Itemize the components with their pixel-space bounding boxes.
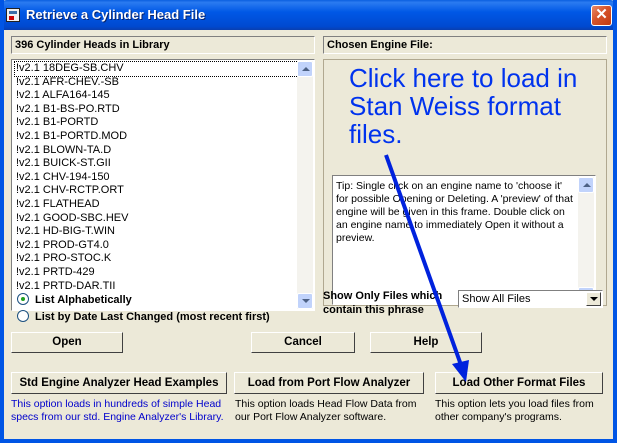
list-item[interactable]: !v2.1 GOOD-SBC.HEV xyxy=(15,212,298,226)
port-flow-description: This option loads Head Flow Data from ou… xyxy=(235,398,417,423)
list-item[interactable]: !v2.1 AFR-CHEV.-SB xyxy=(15,76,298,90)
list-item[interactable]: !v2.1 PRO-STOC.K xyxy=(15,252,298,266)
chevron-down-icon[interactable] xyxy=(586,292,601,306)
std-examples-description: This option loads in hundreds of simple … xyxy=(11,398,224,423)
list-item[interactable]: !v2.1 PRTD-DAR.TII xyxy=(15,280,298,294)
annotation-callout: Click here to load in Stan Weiss format … xyxy=(349,63,578,149)
filter-value: Show All Files xyxy=(462,293,531,305)
list-item[interactable]: !v2.1 18DEG-SB.CHV xyxy=(14,61,299,77)
list-item[interactable]: !v2.1 PRTD-429 xyxy=(15,266,298,280)
list-item[interactable]: !v2.1 HD-BIG-T.WIN xyxy=(15,225,298,239)
list-item[interactable]: !v2.1 CHV-194-150 xyxy=(15,171,298,185)
filter-label: Show Only Files which contain this phras… xyxy=(323,290,443,316)
sort-alpha-option[interactable]: List Alphabetically xyxy=(17,293,132,306)
tip-scrollbar[interactable] xyxy=(578,177,594,303)
port-flow-button[interactable]: Load from Port Flow Analyzer xyxy=(234,372,424,394)
window-title: Retrieve a Cylinder Head File xyxy=(26,7,206,22)
scroll-down-icon[interactable] xyxy=(297,293,313,309)
library-count-header: 396 Cylinder Heads in Library xyxy=(11,36,315,54)
list-items: !v2.1 18DEG-SB.CHV !v2.1 AFR-CHEV.-SB !v2.… xyxy=(14,61,299,294)
std-examples-button[interactable]: Std Engine Analyzer Head Examples xyxy=(11,372,227,394)
list-scrollbar[interactable] xyxy=(297,61,313,309)
list-item[interactable]: !v2.1 ALFA164-145 xyxy=(15,89,298,103)
other-format-button[interactable]: Load Other Format Files xyxy=(435,372,603,394)
app-icon xyxy=(6,8,20,22)
list-item[interactable]: !v2.1 B1-PORTD.MOD xyxy=(15,130,298,144)
list-item[interactable]: !v2.1 BLOWN-TA.D xyxy=(15,144,298,158)
help-button[interactable]: Help xyxy=(370,332,482,353)
list-item[interactable]: !v2.1 B1-PORTD xyxy=(15,116,298,130)
radio-date[interactable] xyxy=(17,310,29,322)
sort-date-label: List by Date Last Changed (most recent f… xyxy=(35,311,270,323)
open-button[interactable]: Open xyxy=(11,332,123,353)
cancel-button[interactable]: Cancel xyxy=(251,332,355,353)
sort-alpha-label: List Alphabetically xyxy=(35,294,132,306)
chosen-file-header: Chosen Engine File: xyxy=(323,36,607,54)
scroll-up-icon[interactable] xyxy=(578,177,594,193)
filter-combo[interactable]: Show All Files xyxy=(458,290,603,308)
other-format-description: This option lets you load files from oth… xyxy=(435,398,594,423)
tip-text: Tip: Single click on an engine name to '… xyxy=(336,180,573,244)
list-item[interactable]: !v2.1 PROD-GT4.0 xyxy=(15,239,298,253)
radio-alpha[interactable] xyxy=(17,293,29,305)
title-bar: Retrieve a Cylinder Head File ✕ xyxy=(0,0,617,30)
cylinder-head-list[interactable]: !v2.1 18DEG-SB.CHV !v2.1 AFR-CHEV.-SB !v2.… xyxy=(11,59,315,311)
list-item[interactable]: !v2.1 FLATHEAD xyxy=(15,198,298,212)
list-item[interactable]: !v2.1 CHV-RCTP.ORT xyxy=(15,184,298,198)
list-item[interactable]: !v2.1 B1-BS-PO.RTD xyxy=(15,103,298,117)
sort-date-option[interactable]: List by Date Last Changed (most recent f… xyxy=(17,310,270,323)
tip-box: Tip: Single click on an engine name to '… xyxy=(332,175,596,305)
scroll-up-icon[interactable] xyxy=(297,61,313,77)
list-item[interactable]: !v2.1 BUICK-ST.GII xyxy=(15,157,298,171)
close-button[interactable]: ✕ xyxy=(591,5,612,26)
